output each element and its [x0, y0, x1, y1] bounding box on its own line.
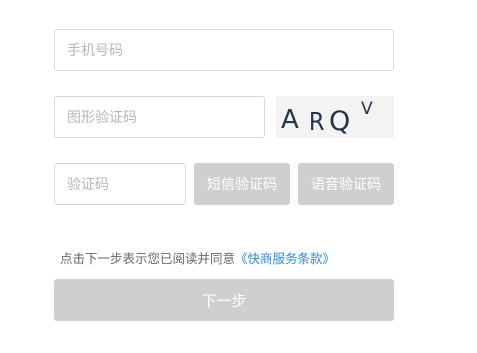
next-step-button[interactable]: 下一步	[54, 279, 394, 321]
sms-code-button-label: 短信验证码	[207, 177, 277, 193]
phone-number-input[interactable]: 手机号码	[54, 29, 394, 71]
captcha-char: Q	[329, 106, 351, 137]
agreement-text: 点击下一步表示您已阅读并同意	[60, 251, 236, 266]
captcha-char: R	[308, 107, 325, 136]
captcha-placeholder: 图形验证码	[67, 110, 137, 126]
verification-code-placeholder: 验证码	[67, 177, 109, 193]
next-step-button-label: 下一步	[201, 291, 247, 310]
voice-code-button-label: 语音验证码	[311, 177, 381, 193]
captcha-char: V	[361, 99, 373, 119]
voice-code-button[interactable]: 语音验证码	[298, 163, 394, 205]
verification-code-input[interactable]: 验证码	[54, 163, 186, 205]
captcha-char: A	[281, 105, 299, 135]
captcha-input[interactable]: 图形验证码	[54, 96, 265, 138]
terms-of-service-link[interactable]: 《快商服务条款》	[235, 251, 335, 266]
sms-code-button[interactable]: 短信验证码	[194, 163, 290, 205]
captcha-image[interactable]: A R Q V	[276, 96, 394, 138]
agreement-notice: 点击下一步表示您已阅读并同意《快商服务条款》	[60, 248, 335, 267]
phone-number-placeholder: 手机号码	[67, 43, 123, 59]
